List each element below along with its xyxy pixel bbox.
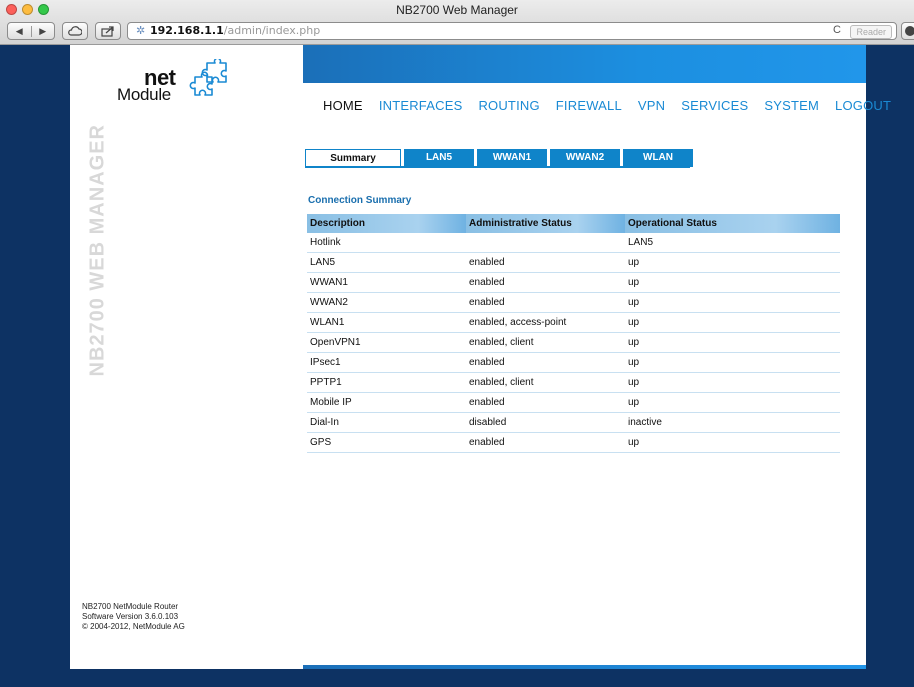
row-admin-status: enabled [466,392,625,413]
row-admin-status: enabled, client [466,372,625,393]
row-description: Mobile IP [307,392,466,413]
row-operational-status: inactive [625,412,840,433]
back-forward-buttons: ◀ ▶ [7,22,55,40]
row-admin-status: enabled [466,292,625,313]
browser-chrome: NB2700 Web Manager ◀ ▶ ✲ 192.168.1.1/adm… [0,0,914,45]
table-row: Dial-In disabled inactive [307,412,840,433]
url-host: 192.168.1.1 [150,24,224,37]
column-header: Operational Status [625,214,840,233]
share-icon [101,25,114,37]
table-row: Hotlink LAN5 [307,233,840,253]
row-operational-status: up [625,332,840,353]
nav-firewall[interactable]: FIREWALL [556,98,622,113]
nav-vpn[interactable]: VPN [638,98,665,113]
row-operational-status: up [625,292,840,313]
reader-button[interactable]: Reader [850,25,892,39]
tab-wwan2[interactable]: WWAN2 [550,149,620,167]
row-admin-status: enabled, access-point [466,312,625,333]
row-admin-status: enabled [466,272,625,293]
table-row: OpenVPN1 enabled, client up [307,332,840,353]
product-name: NB2700 NetModule Router [82,602,179,611]
nav-logout[interactable]: LOGOUT [835,98,891,113]
table-row: WWAN1 enabled up [307,272,840,293]
nav-home[interactable]: HOME [323,98,363,113]
logo-module-text: Module [117,85,171,104]
table-row: IPsec1 enabled up [307,352,840,373]
row-description: Dial-In [307,412,466,433]
table-row: WLAN1 enabled, access-point up [307,312,840,333]
nav-system[interactable]: SYSTEM [764,98,819,113]
row-operational-status: up [625,312,840,333]
row-operational-status: up [625,372,840,393]
tab-lan5[interactable]: LAN5 [404,149,474,167]
table-header-row: Description Administrative Status Operat… [307,214,840,233]
row-description: WWAN2 [307,292,466,313]
netmodule-logo[interactable]: net Module [117,53,257,109]
connection-summary-table: Description Administrative Status Operat… [307,214,840,453]
title-bar: NB2700 Web Manager [0,0,914,20]
row-admin-status: enabled, client [466,332,625,353]
row-admin-status: enabled [466,432,625,453]
table-body: Hotlink LAN5 LAN5 enabled up WWAN1 enabled up WW… [307,233,840,453]
url-path: /admin/index.php [223,24,321,37]
nav-routing[interactable]: ROUTING [478,98,539,113]
puzzle-logo-icon [189,59,227,96]
cloud-icon [68,26,82,36]
downloads-button[interactable] [901,22,914,40]
row-operational-status: up [625,352,840,373]
row-admin-status: enabled [466,352,625,373]
row-description: LAN5 [307,252,466,273]
tab-wwan1[interactable]: WWAN1 [477,149,547,167]
table-row: Mobile IP enabled up [307,392,840,413]
row-description: GPS [307,432,466,453]
icloud-tabs-button[interactable] [62,22,88,40]
row-description: WLAN1 [307,312,466,333]
row-admin-status [466,233,625,253]
tab-wlan[interactable]: WLAN [623,149,693,167]
column-header: Description [307,214,466,233]
url-text: 192.168.1.1/admin/index.php [150,24,320,37]
table-row: PPTP1 enabled, client up [307,372,840,393]
row-description: OpenVPN1 [307,332,466,353]
table-row: LAN5 enabled up [307,252,840,273]
row-admin-status: enabled [466,252,625,273]
reload-icon[interactable]: C [833,24,841,36]
nav-services[interactable]: SERVICES [681,98,748,113]
section-title: Connection Summary [308,195,412,206]
sidebar: net Module NB2700 WEB MANAGER NB2700 Net… [70,45,303,669]
row-description: PPTP1 [307,372,466,393]
footer-band [303,665,866,669]
address-bar[interactable]: ✲ 192.168.1.1/admin/index.php C Reader [127,22,897,40]
software-version: Software Version 3.6.0.103 [82,612,179,621]
row-description: Hotlink [307,233,466,253]
share-button[interactable] [95,22,121,40]
nav-interfaces[interactable]: INTERFACES [379,98,463,113]
version-info: NB2700 NetModule Router Software Version… [82,602,185,632]
back-icon[interactable]: ◀ [8,26,31,37]
row-description: IPsec1 [307,352,466,373]
column-header: Administrative Status [466,214,625,233]
table-row: WWAN2 enabled up [307,292,840,313]
row-admin-status: disabled [466,412,625,433]
row-operational-status: up [625,432,840,453]
globe-icon: ✲ [136,25,146,37]
row-description: WWAN1 [307,272,466,293]
browser-toolbar: ◀ ▶ ✲ 192.168.1.1/admin/index.php C Read… [0,20,914,44]
tab-underline [305,166,690,168]
row-operational-status[interactable]: LAN5 [625,233,840,253]
window-title: NB2700 Web Manager [396,3,518,17]
web-page: net Module NB2700 WEB MANAGER NB2700 Net… [70,45,891,669]
copyright: © 2004-2012, NetModule AG [82,622,185,631]
row-operational-status: up [625,252,840,273]
forward-icon[interactable]: ▶ [30,25,55,37]
downloads-icon [905,26,914,36]
row-operational-status: up [625,272,840,293]
row-operational-status: up [625,392,840,413]
header-band [303,45,866,83]
table-row: GPS enabled up [307,432,840,453]
vertical-product-title: NB2700 WEB MANAGER [86,124,109,377]
main-nav: HOME INTERFACES ROUTING FIREWALL VPN SER… [323,98,891,113]
